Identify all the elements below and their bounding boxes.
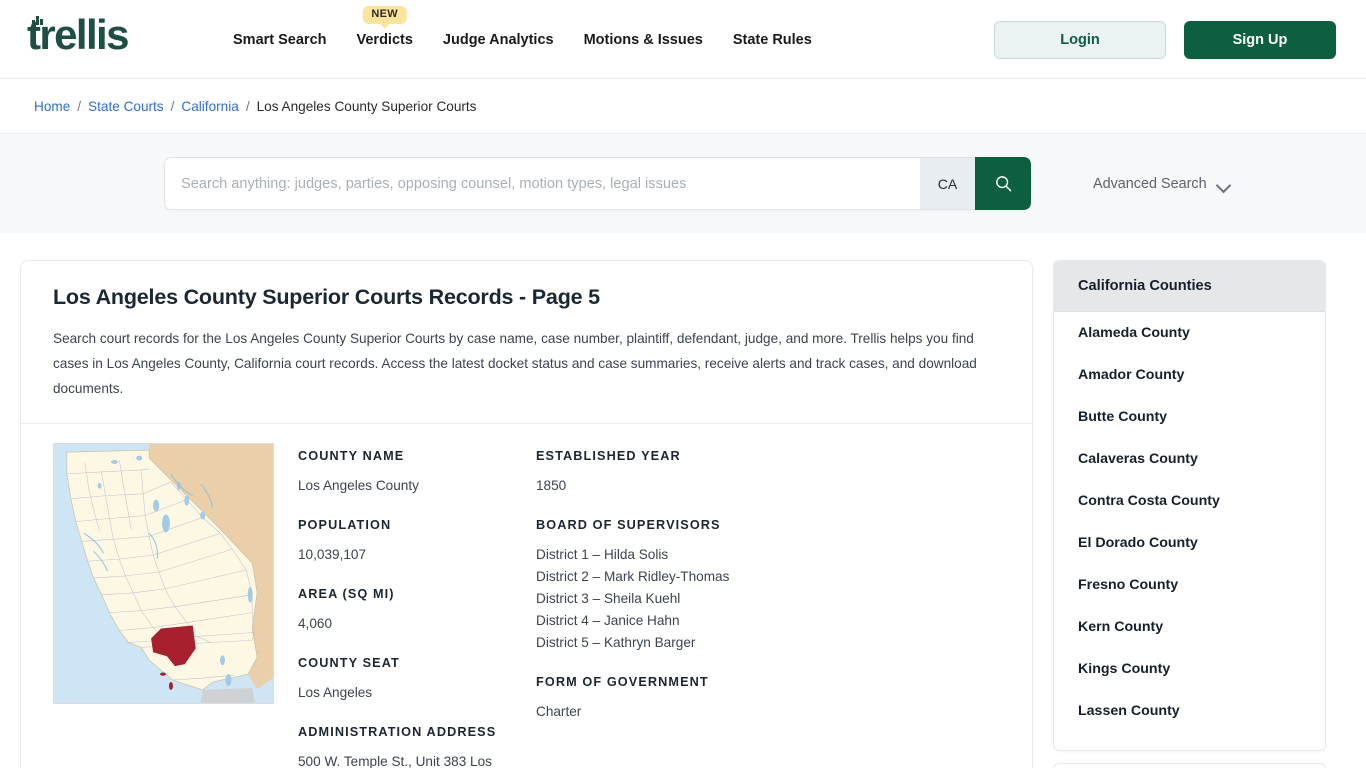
california-counties-sidebar: California Counties Alameda County Amado… bbox=[1053, 260, 1326, 751]
county-records-card: Los Angeles County Superior Courts Recor… bbox=[20, 260, 1033, 768]
nav-item-state-rules[interactable]: State Rules bbox=[733, 32, 812, 48]
field-value: 10,039,107 bbox=[298, 547, 367, 562]
header-actions: Login Sign Up bbox=[994, 21, 1336, 59]
search-icon bbox=[995, 176, 1011, 192]
field-value: 1850 bbox=[536, 478, 567, 493]
county-detail-area: COUNTY NAME Los Angeles County POPULATIO… bbox=[21, 424, 1032, 768]
field-value: Charter bbox=[536, 704, 582, 719]
sidebar-item-alameda-county[interactable]: Alameda County bbox=[1054, 312, 1325, 354]
field-population: POPULATION 10,039,107 bbox=[298, 518, 536, 566]
breadcrumb-item-current: Los Angeles County Superior Courts bbox=[256, 98, 477, 114]
county-fields-left: COUNTY NAME Los Angeles County POPULATIO… bbox=[298, 449, 536, 768]
chevron-down-icon bbox=[1218, 180, 1231, 188]
next-card-peek bbox=[1053, 763, 1326, 768]
logo-crown-icon bbox=[32, 16, 43, 25]
field-value: Los Angeles County bbox=[298, 478, 419, 493]
field-county-seat: COUNTY SEAT Los Angeles bbox=[298, 656, 536, 704]
sidebar-item-calaveras-county[interactable]: Calaveras County bbox=[1054, 438, 1325, 480]
breadcrumb-separator: / bbox=[77, 98, 82, 114]
signup-button[interactable]: Sign Up bbox=[1184, 21, 1336, 59]
county-fields-right: ESTABLISHED YEAR 1850 BOARD OF SUPERVISO… bbox=[536, 449, 1000, 768]
sidebar-item-el-dorado-county[interactable]: El Dorado County bbox=[1054, 522, 1325, 564]
breadcrumb-item-state-courts[interactable]: State Courts bbox=[88, 99, 164, 114]
map-graphic bbox=[54, 444, 273, 703]
california-county-map bbox=[53, 443, 274, 704]
field-administration-address: ADMINISTRATION ADDRESS 500 W. Temple St.… bbox=[298, 725, 536, 768]
nav-label: Motions & Issues bbox=[583, 31, 703, 48]
card-header: Los Angeles County Superior Courts Recor… bbox=[21, 261, 1032, 423]
breadcrumb-item-home[interactable]: Home bbox=[34, 99, 70, 114]
field-label: COUNTY NAME bbox=[298, 449, 405, 463]
field-value: 500 W. Temple St., Unit 383 Los Angeles,… bbox=[298, 754, 492, 768]
field-label: BOARD OF SUPERVISORS bbox=[536, 518, 721, 532]
supervisor-row: District 5 – Kathryn Barger bbox=[536, 635, 696, 650]
nav-label: State Rules bbox=[732, 31, 812, 48]
page-title: Los Angeles County Superior Courts Recor… bbox=[53, 285, 600, 309]
nav-item-smart-search[interactable]: Smart Search bbox=[233, 32, 327, 48]
field-established-year: ESTABLISHED YEAR 1850 bbox=[536, 449, 1000, 497]
sidebar-item-contra-costa-county[interactable]: Contra Costa County bbox=[1054, 480, 1325, 522]
breadcrumb: Home / State Courts / California / Los A… bbox=[0, 79, 1366, 134]
advanced-search-label: Advanced Search bbox=[1093, 175, 1207, 192]
county-fields: COUNTY NAME Los Angeles County POPULATIO… bbox=[298, 443, 1000, 768]
field-label: AREA (SQ MI) bbox=[298, 587, 395, 601]
field-label: FORM OF GOVERNMENT bbox=[536, 675, 709, 689]
login-button[interactable]: Login bbox=[994, 21, 1166, 59]
field-value: Los Angeles bbox=[298, 685, 373, 700]
sidebar-item-butte-county[interactable]: Butte County bbox=[1054, 396, 1325, 438]
main-navigation: Smart Search NEW Verdicts Judge Analytic… bbox=[233, 0, 812, 79]
search-group: CA bbox=[164, 157, 1031, 210]
nav-item-verdicts[interactable]: NEW Verdicts bbox=[356, 5, 413, 48]
breadcrumb-separator: / bbox=[245, 98, 250, 114]
sidebar-item-kings-county[interactable]: Kings County bbox=[1054, 648, 1325, 690]
page-description: Search court records for the Los Angeles… bbox=[53, 331, 977, 396]
nav-label: Judge Analytics bbox=[442, 31, 554, 48]
field-label: ADMINISTRATION ADDRESS bbox=[298, 725, 497, 739]
supervisor-row: District 2 – Mark Ridley-Thomas bbox=[536, 569, 730, 584]
advanced-search-toggle[interactable]: Advanced Search bbox=[1093, 176, 1231, 192]
field-label: ESTABLISHED YEAR bbox=[536, 449, 681, 463]
nav-label: Verdicts bbox=[356, 31, 413, 48]
sidebar-item-kern-county[interactable]: Kern County bbox=[1054, 606, 1325, 648]
field-value: 4,060 bbox=[298, 616, 333, 631]
sidebar-item-amador-county[interactable]: Amador County bbox=[1054, 354, 1325, 396]
search-submit-button[interactable] bbox=[975, 157, 1031, 210]
trellis-logo[interactable]: trellis bbox=[27, 14, 129, 56]
supervisor-row: District 1 – Hilda Solis bbox=[536, 547, 669, 562]
field-board-of-supervisors: BOARD OF SUPERVISORS District 1 – Hilda … bbox=[536, 518, 1000, 654]
field-county-name: COUNTY NAME Los Angeles County bbox=[298, 449, 536, 497]
breadcrumb-item-california[interactable]: California bbox=[181, 99, 238, 114]
search-input[interactable] bbox=[164, 157, 920, 210]
sidebar-item-lassen-county[interactable]: Lassen County bbox=[1054, 690, 1325, 732]
field-area: AREA (SQ MI) 4,060 bbox=[298, 587, 536, 635]
supervisor-row: District 4 – Janice Hahn bbox=[536, 613, 680, 628]
page-body: Los Angeles County Superior Courts Recor… bbox=[0, 233, 1366, 768]
field-label: COUNTY SEAT bbox=[298, 656, 400, 670]
new-badge: NEW bbox=[362, 5, 407, 29]
nav-label: Smart Search bbox=[233, 31, 327, 48]
field-form-of-government: FORM OF GOVERNMENT Charter bbox=[536, 675, 1000, 723]
state-selector[interactable]: CA bbox=[920, 157, 975, 210]
sidebar-item-fresno-county[interactable]: Fresno County bbox=[1054, 564, 1325, 606]
supervisor-row: District 3 – Sheila Kuehl bbox=[536, 591, 681, 606]
sidebar-title: California Counties bbox=[1054, 261, 1325, 312]
sidebar-wrapper: California Counties Alameda County Amado… bbox=[1053, 260, 1326, 768]
field-label: POPULATION bbox=[298, 518, 392, 532]
nav-item-motions-issues[interactable]: Motions & Issues bbox=[584, 32, 703, 48]
breadcrumb-separator: / bbox=[170, 98, 175, 114]
site-header: trellis Smart Search NEW Verdicts Judge … bbox=[0, 0, 1366, 79]
search-strip: CA Advanced Search bbox=[0, 134, 1366, 233]
nav-item-judge-analytics[interactable]: Judge Analytics bbox=[443, 32, 554, 48]
